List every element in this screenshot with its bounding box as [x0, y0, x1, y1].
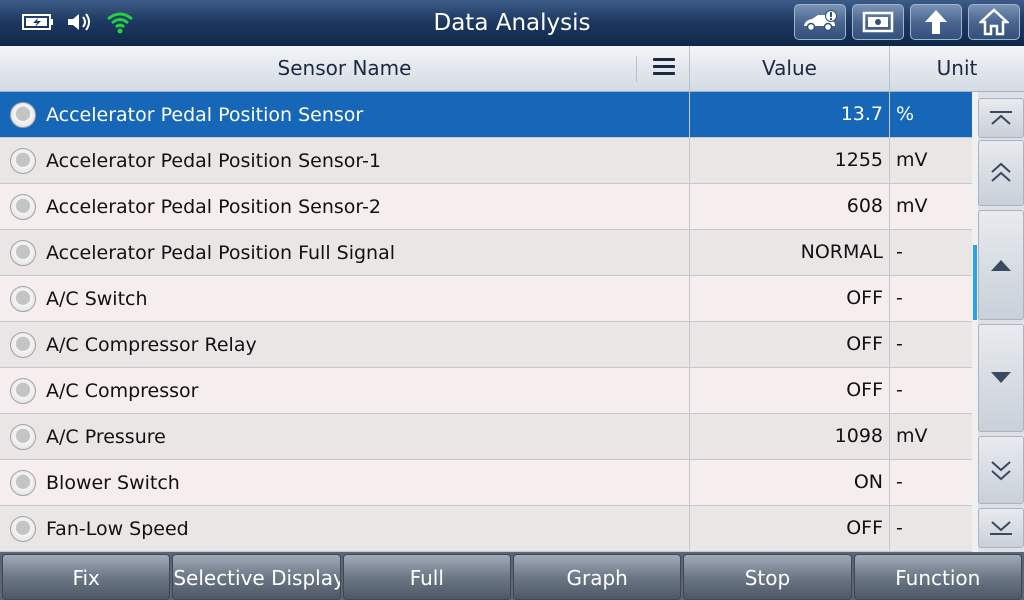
back-icon: [925, 10, 947, 34]
sensor-value: 1098: [690, 414, 890, 459]
column-header-sensor-name[interactable]: Sensor Name: [0, 46, 690, 92]
scroll-bottom-icon: [990, 521, 1012, 535]
radio-button-icon[interactable]: [10, 469, 36, 496]
table-row[interactable]: Accelerator Pedal Position Sensor-1 1255…: [0, 138, 972, 184]
sensor-unit: mV: [896, 195, 928, 217]
double-chevron-up-icon: [991, 162, 1011, 182]
scroll-thumb[interactable]: [973, 245, 977, 320]
bottom-toolbar: Fix Selective Display Full Graph Stop Fu…: [0, 552, 1024, 600]
chevron-up-icon: [991, 260, 1011, 271]
radio-button-icon[interactable]: [10, 331, 36, 358]
page-down-button[interactable]: [978, 436, 1024, 504]
title-bar: Data Analysis: [0, 0, 1024, 46]
sensor-name: Accelerator Pedal Position Sensor-1: [46, 149, 381, 172]
vehicle-info-icon: [804, 10, 837, 32]
table-row[interactable]: Accelerator Pedal Position Sensor 13.7 %: [0, 92, 972, 138]
sensor-value: OFF: [690, 368, 890, 413]
radio-button-icon[interactable]: [10, 377, 36, 404]
sensor-value: ON: [690, 460, 890, 505]
radio-button-icon[interactable]: [10, 239, 36, 266]
sensor-unit: -: [896, 333, 903, 355]
vehicle-info-button[interactable]: [794, 4, 846, 40]
sensor-name: A/C Switch: [46, 287, 148, 310]
radio-button-icon[interactable]: [10, 285, 36, 312]
radio-button-icon[interactable]: [10, 101, 36, 128]
table-row[interactable]: Accelerator Pedal Position Sensor-2 608 …: [0, 184, 972, 230]
scroll-to-top-button[interactable]: [978, 98, 1024, 138]
sensor-value: OFF: [690, 276, 890, 321]
sensor-unit: %: [896, 103, 915, 125]
sensor-value: 608: [690, 184, 890, 229]
sensor-name: A/C Compressor Relay: [46, 333, 257, 356]
sensor-unit: -: [896, 379, 903, 401]
table-row[interactable]: A/C Compressor Relay OFF -: [0, 322, 972, 368]
back-button[interactable]: [910, 4, 962, 40]
sensor-name: Accelerator Pedal Position Full Signal: [46, 241, 395, 264]
sensor-unit: mV: [896, 149, 928, 171]
table-row[interactable]: Fan-Low Speed OFF -: [0, 506, 972, 552]
sensor-value: 1255: [690, 138, 890, 183]
home-button[interactable]: [968, 4, 1020, 40]
scroll-up-button[interactable]: [978, 210, 1024, 320]
print-screen-icon: [862, 11, 894, 33]
fix-button[interactable]: Fix: [2, 554, 171, 600]
sensor-value: NORMAL: [690, 230, 890, 275]
sensor-unit: -: [896, 241, 903, 263]
scroll-top-icon: [990, 111, 1012, 125]
radio-button-icon[interactable]: [10, 515, 36, 542]
radio-button-icon[interactable]: [10, 193, 36, 220]
stop-button[interactable]: Stop: [683, 554, 852, 600]
selective-display-button[interactable]: Selective Display: [172, 554, 341, 600]
page-up-button[interactable]: [978, 140, 1024, 206]
home-icon: [979, 8, 1009, 36]
table-row[interactable]: A/C Pressure 1098 mV: [0, 414, 972, 460]
sensor-unit: -: [896, 471, 903, 493]
sensor-value: OFF: [690, 322, 890, 367]
function-button[interactable]: Function: [853, 554, 1022, 600]
table-row[interactable]: Accelerator Pedal Position Full Signal N…: [0, 230, 972, 276]
table-header: Sensor Name Value Unit: [0, 46, 1024, 92]
sensor-name: Accelerator Pedal Position Sensor-2: [46, 195, 381, 218]
sensor-unit: -: [896, 517, 903, 539]
table-row[interactable]: A/C Compressor OFF -: [0, 368, 972, 414]
sensor-value: OFF: [690, 506, 890, 551]
column-header-unit: Unit: [936, 56, 978, 80]
sensor-name: A/C Pressure: [46, 425, 166, 448]
sensor-name: Fan-Low Speed: [46, 517, 189, 540]
sensor-unit: -: [896, 287, 903, 309]
scroll-to-bottom-button[interactable]: [978, 508, 1024, 548]
sensor-list[interactable]: Accelerator Pedal Position Sensor 13.7 %…: [0, 92, 972, 552]
print-screen-button[interactable]: [852, 4, 904, 40]
sensor-name: Blower Switch: [46, 471, 180, 494]
table-row[interactable]: Blower Switch ON -: [0, 460, 972, 506]
graph-button[interactable]: Graph: [512, 554, 682, 600]
radio-button-icon[interactable]: [10, 423, 36, 450]
sensor-name: Accelerator Pedal Position Sensor: [46, 103, 364, 126]
radio-button-icon[interactable]: [10, 147, 36, 174]
sensor-unit: mV: [896, 425, 928, 447]
sensor-name: A/C Compressor: [46, 379, 199, 402]
full-button[interactable]: Full: [342, 554, 511, 600]
double-chevron-down-icon: [991, 461, 1011, 481]
table-row[interactable]: A/C Switch OFF -: [0, 276, 972, 322]
scroll-controls: [978, 92, 1024, 552]
sensor-value: 13.7: [690, 92, 890, 137]
scroll-down-button[interactable]: [978, 324, 1024, 432]
chevron-down-icon: [991, 372, 1011, 383]
column-divider: [636, 56, 637, 82]
column-header-value: Value: [690, 46, 890, 92]
menu-icon[interactable]: [653, 58, 675, 78]
